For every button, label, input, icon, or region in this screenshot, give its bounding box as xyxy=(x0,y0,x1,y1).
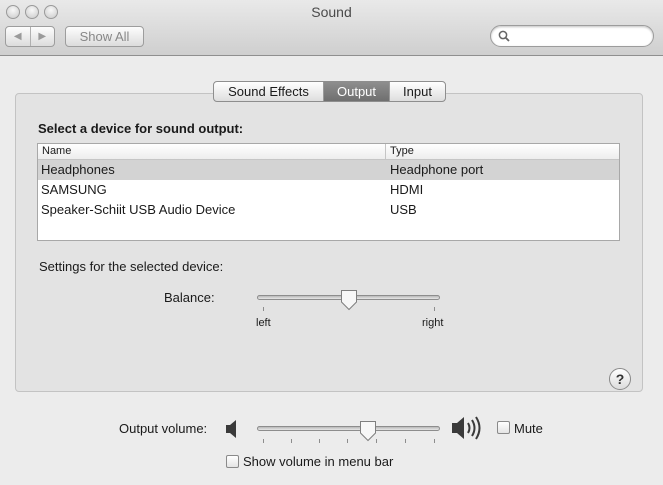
tab-bar: Sound Effects Output Input xyxy=(213,81,446,102)
mute-label: Mute xyxy=(514,421,543,436)
device-list-heading: Select a device for sound output: xyxy=(38,121,244,136)
right-triangle-icon: ▶ xyxy=(38,31,47,42)
device-type: USB xyxy=(390,202,417,217)
column-header-type[interactable]: Type xyxy=(386,144,414,159)
show-all-button[interactable]: Show All xyxy=(65,26,144,47)
speaker-high-icon xyxy=(452,416,481,440)
mute-checkbox[interactable] xyxy=(497,421,510,434)
table-header: Name Type xyxy=(38,144,619,160)
output-panel xyxy=(15,93,643,392)
table-row[interactable]: SAMSUNG HDMI xyxy=(38,180,619,200)
device-type: Headphone port xyxy=(390,162,484,177)
device-type: HDMI xyxy=(390,182,424,197)
tab-sound-effects[interactable]: Sound Effects xyxy=(214,82,323,101)
back-button[interactable]: ◀ xyxy=(6,27,30,46)
table-row[interactable]: Speaker-Schiit USB Audio Device USB xyxy=(38,200,619,220)
device-name: Headphones xyxy=(41,162,115,177)
forward-button[interactable]: ▶ xyxy=(29,27,55,46)
volume-slider-track[interactable] xyxy=(257,426,440,431)
left-triangle-icon: ◀ xyxy=(13,31,22,42)
toolbar: Sound ◀ ▶ Show All xyxy=(0,0,663,56)
tab-input[interactable]: Input xyxy=(389,82,445,101)
window-title: Sound xyxy=(311,4,352,20)
show-volume-in-menubar-label: Show volume in menu bar xyxy=(243,454,394,469)
column-header-name[interactable]: Name xyxy=(38,144,386,159)
balance-left-label: left xyxy=(256,317,271,329)
output-volume-label: Output volume: xyxy=(119,421,208,436)
balance-right-label: right xyxy=(422,317,444,329)
help-button[interactable]: ? xyxy=(609,368,631,390)
back-forward-control: ◀ ▶ xyxy=(5,26,55,47)
search-field[interactable] xyxy=(490,25,654,47)
device-table: Name Type Headphones Headphone port SAMS… xyxy=(37,143,620,241)
balance-label: Balance: xyxy=(164,290,215,305)
volume-slider-knob[interactable] xyxy=(359,420,377,442)
search-icon xyxy=(498,30,510,42)
tab-output[interactable]: Output xyxy=(323,82,389,101)
show-volume-in-menubar-checkbox[interactable] xyxy=(226,455,239,468)
settings-label: Settings for the selected device: xyxy=(39,259,224,274)
speaker-low-icon xyxy=(226,420,236,438)
search-input[interactable] xyxy=(513,28,647,44)
device-name: Speaker-Schiit USB Audio Device xyxy=(41,202,236,217)
device-name: SAMSUNG xyxy=(41,182,107,197)
balance-slider-knob[interactable] xyxy=(340,289,358,311)
table-row[interactable]: Headphones Headphone port xyxy=(38,160,619,180)
